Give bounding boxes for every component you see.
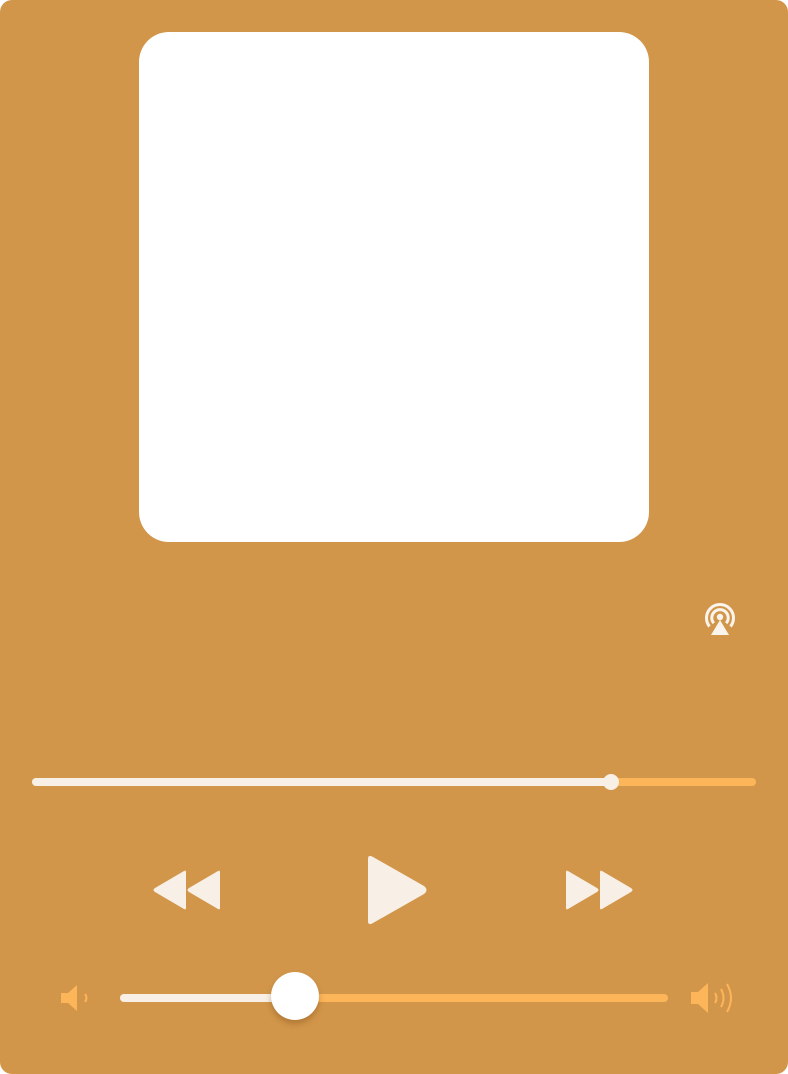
play-button[interactable]: [364, 853, 432, 927]
play-icon: [368, 855, 427, 925]
progress-elapsed: [32, 778, 612, 786]
rewind-button[interactable]: [150, 868, 224, 912]
airplay-button[interactable]: [699, 598, 741, 640]
volume-high-icon: [691, 983, 732, 1013]
fast-forward-button[interactable]: [564, 868, 638, 912]
rewind-icon: [153, 870, 220, 910]
volume-level: [120, 994, 296, 1002]
volume-slider[interactable]: [120, 972, 668, 1020]
album-artwork: [139, 32, 649, 542]
volume-low-button[interactable]: [58, 982, 92, 1014]
volume-low-icon: [61, 985, 88, 1011]
airplay-icon: [705, 603, 735, 635]
volume-high-button[interactable]: [688, 980, 738, 1016]
fast-forward-icon: [566, 870, 633, 910]
progress-thumb[interactable]: [603, 774, 620, 790]
volume-thumb[interactable]: [271, 972, 320, 1020]
playback-progress-slider[interactable]: [32, 774, 756, 790]
music-player: [0, 0, 788, 1074]
